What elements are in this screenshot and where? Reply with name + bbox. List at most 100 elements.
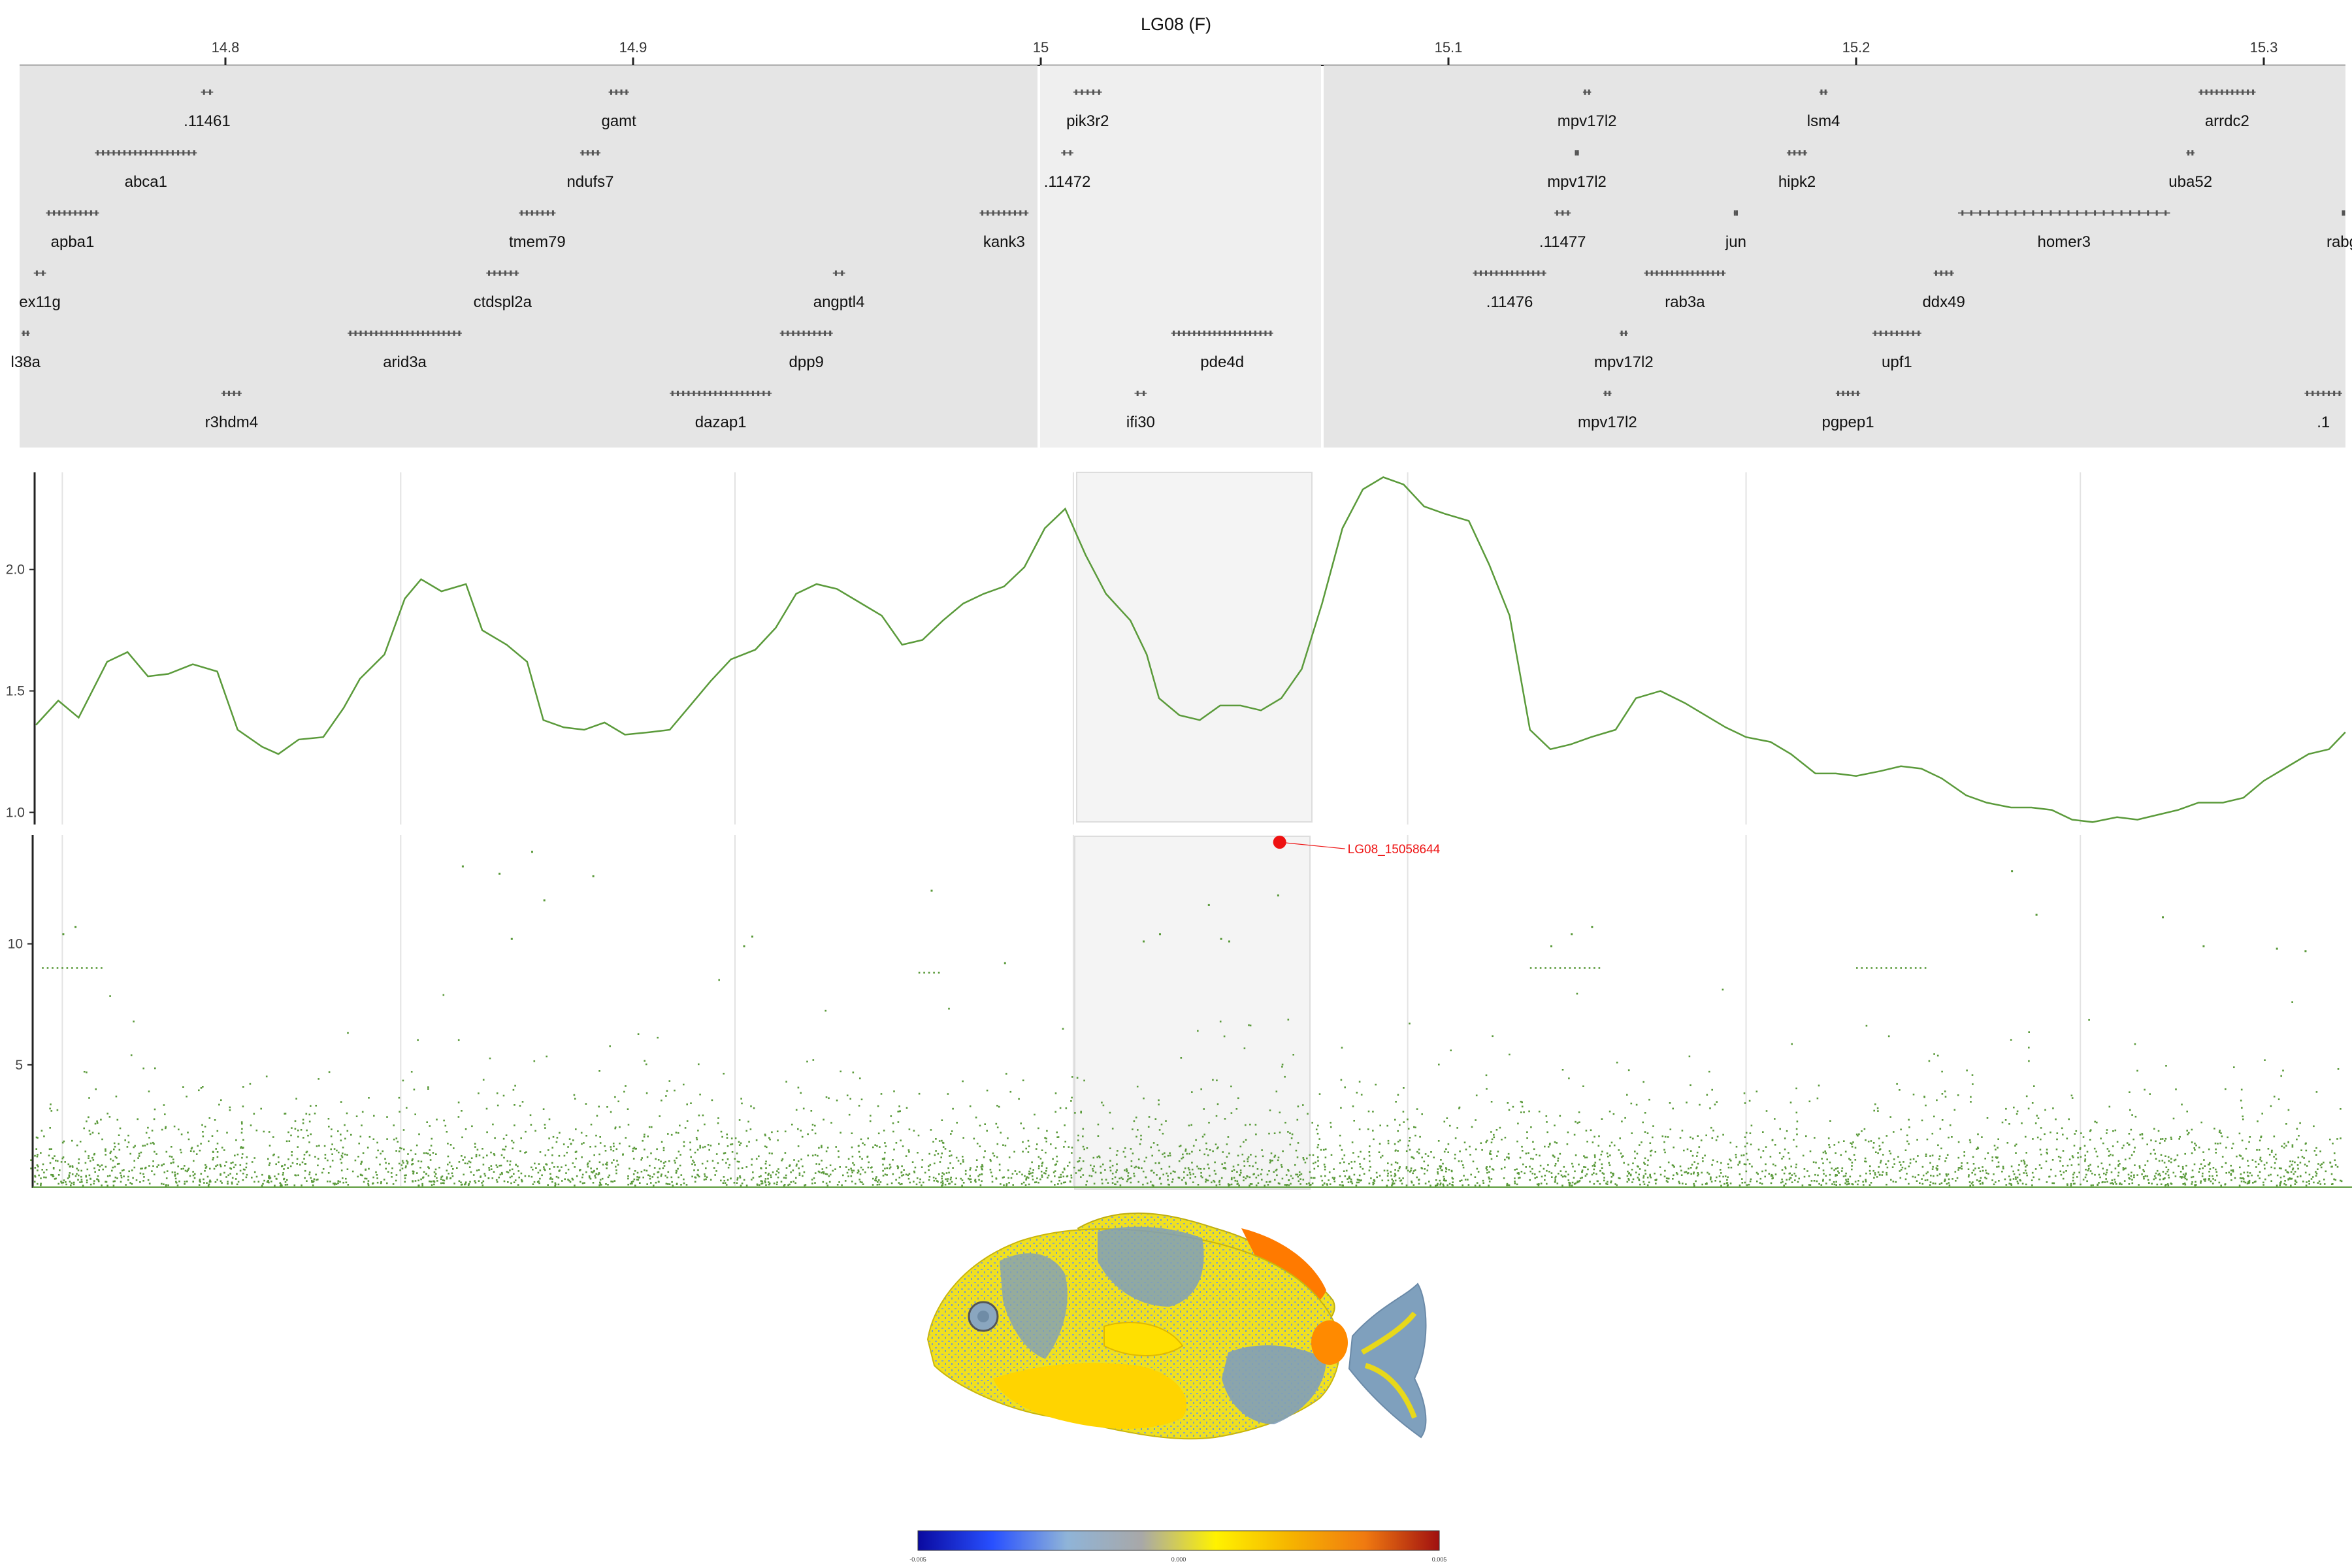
scatter-point	[1825, 1175, 1827, 1177]
scatter-point	[2279, 1176, 2282, 1179]
scatter-point	[738, 1141, 740, 1143]
scatter-point	[1643, 1183, 1646, 1185]
scatter-point	[951, 1154, 953, 1156]
scatter-point	[884, 1173, 887, 1175]
scatter-point	[1433, 1156, 1435, 1158]
scatter-point	[1373, 1138, 1375, 1141]
scatter-point	[2108, 1150, 2110, 1152]
scatter-point	[1531, 1168, 1533, 1170]
scatter-point	[1729, 1183, 1732, 1184]
scatter-point	[1101, 1179, 1103, 1181]
scatter-point	[1972, 1184, 1974, 1186]
scatter-point	[1795, 1128, 1798, 1130]
scatter-point	[2202, 1172, 2204, 1175]
scatter-point	[64, 1161, 66, 1163]
scatter-point	[962, 1159, 964, 1161]
scatter-point	[838, 1150, 840, 1152]
scatter-point	[1784, 1183, 1787, 1185]
scatter-point	[504, 1145, 507, 1148]
scatter-point	[1267, 1184, 1269, 1186]
gene-exon	[1803, 150, 1806, 155]
scatter-point	[667, 1133, 669, 1135]
scatter-point	[589, 1160, 591, 1162]
scatter-band-point	[1876, 967, 1878, 969]
scatter-point	[1188, 1171, 1191, 1174]
scatter-point	[1552, 1154, 1554, 1156]
scatter-point	[1995, 1181, 1997, 1183]
scatter-point	[2018, 1164, 2020, 1166]
scatter-point	[133, 1146, 135, 1149]
scatter-point	[1405, 1168, 1408, 1169]
scatter-point	[500, 1171, 503, 1174]
scatter-point	[1893, 1158, 1895, 1160]
gene-exon	[1874, 331, 1876, 336]
gene-label: mpv17l2	[1594, 353, 1654, 371]
scatter-point	[1469, 1154, 1471, 1156]
scatter-point	[984, 1150, 986, 1152]
scatter-point	[792, 1181, 794, 1183]
scatter-point	[2089, 1139, 2091, 1141]
scatter-point	[2134, 1115, 2137, 1118]
scatter-point	[1360, 1094, 1363, 1096]
scatter-point	[1925, 1104, 1927, 1107]
scatter-point	[1360, 1151, 1362, 1153]
scatter-point	[328, 1071, 331, 1073]
scatter-point	[1111, 1182, 1114, 1184]
scatter-point	[2127, 1173, 2130, 1176]
scatter-point	[1032, 1179, 1034, 1181]
scatter-point	[284, 1181, 287, 1183]
scatter-point	[257, 1181, 260, 1183]
scatter-point	[221, 1147, 223, 1149]
scatter-point	[2035, 913, 2038, 916]
scatter-point	[821, 1171, 823, 1174]
scatter-point	[1419, 1135, 1421, 1138]
scatter-point	[538, 1163, 540, 1165]
scatter-point	[1397, 1169, 1399, 1172]
scatter-point	[574, 1166, 576, 1168]
scatter-point	[981, 1173, 983, 1175]
scatter-point	[969, 1105, 972, 1107]
scatter-point	[2259, 1171, 2261, 1173]
scatter-point	[2124, 1158, 2127, 1161]
scatter-point	[2187, 1133, 2189, 1135]
scatter-point	[572, 1162, 574, 1164]
scatter-point	[858, 1105, 860, 1107]
scatter-point	[1273, 1132, 1276, 1134]
scatter-point	[450, 1165, 453, 1168]
scatter-point	[1546, 1121, 1548, 1123]
scatter-point	[1981, 1136, 1983, 1138]
scatter-point	[564, 1164, 567, 1167]
scatter-point	[484, 1175, 487, 1177]
gene-exon	[693, 391, 695, 396]
scatter-point	[2098, 1173, 2100, 1176]
scatter-point	[1899, 1177, 1902, 1179]
scatter-point	[392, 1183, 395, 1185]
scatter-point	[2202, 1167, 2204, 1169]
scatter-point	[590, 1168, 592, 1169]
scatter-point	[1407, 1119, 1409, 1120]
scatter-point	[1203, 1168, 1205, 1170]
scatter-point	[1086, 1147, 1088, 1149]
scatter-point	[1403, 1121, 1405, 1123]
scatter-point	[316, 1145, 318, 1147]
scatter-point	[2315, 1171, 2317, 1173]
scatter-point	[2055, 1148, 2058, 1151]
scatter-point	[333, 1148, 336, 1150]
scatter-point	[651, 1126, 653, 1128]
scatter-point	[694, 1177, 697, 1179]
scatter-point	[1077, 1169, 1080, 1171]
gene-exon	[1824, 90, 1827, 95]
scatter-point	[2051, 1159, 2054, 1161]
scatter-point	[1548, 1171, 1550, 1173]
scatter-point	[1726, 1182, 1729, 1184]
scatter-point	[514, 1124, 515, 1126]
scatter-point	[1105, 1179, 1107, 1181]
scatter-point	[1339, 1162, 1341, 1164]
scatter-point	[48, 1154, 50, 1156]
scatter-point	[73, 1183, 75, 1186]
scatter-point	[2304, 1143, 2307, 1145]
scatter-point	[1936, 1174, 1938, 1177]
scatter-point	[123, 1175, 125, 1177]
scatter-point	[1933, 1053, 1935, 1055]
scatter-point	[2193, 1163, 2196, 1166]
